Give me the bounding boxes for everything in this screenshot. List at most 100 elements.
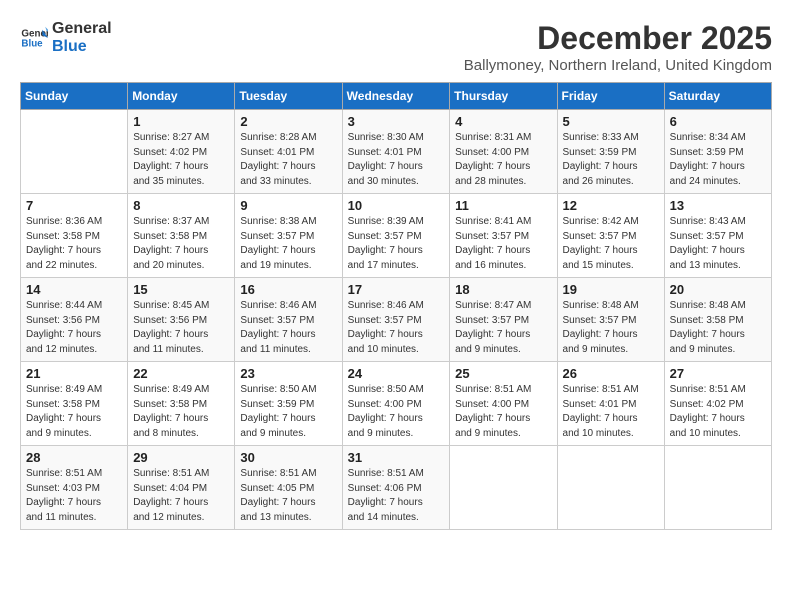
calendar-cell: 14Sunrise: 8:44 AMSunset: 3:56 PMDayligh…: [21, 278, 128, 362]
day-info: Sunrise: 8:27 AMSunset: 4:02 PMDaylight:…: [133, 131, 229, 189]
day-number: 6: [670, 114, 766, 129]
day-info: Sunrise: 8:51 AMSunset: 4:05 PMDaylight:…: [240, 467, 336, 525]
day-number: 30: [240, 450, 336, 465]
day-info: Sunrise: 8:51 AMSunset: 4:00 PMDaylight:…: [455, 383, 551, 441]
day-info: Sunrise: 8:43 AMSunset: 3:57 PMDaylight:…: [670, 215, 766, 273]
week-row-1: 1 Sunrise: 8:27 AMSunset: 4:02 PMDaylight…: [21, 110, 772, 194]
day-number: 29: [133, 450, 229, 465]
day-number: 24: [348, 366, 445, 381]
calendar-table: SundayMondayTuesdayWednesdayThursdayFrid…: [20, 82, 772, 530]
day-number: 3: [348, 114, 445, 129]
calendar-cell: 26 Sunrise: 8:51 AMSunset: 4:01 PMDayligh…: [557, 362, 664, 446]
day-number: 5: [563, 114, 659, 129]
week-row-5: 28 Sunrise: 8:51 AMSunset: 4:03 PMDayligh…: [21, 446, 772, 530]
day-number: 9: [240, 198, 336, 213]
day-info: Sunrise: 8:45 AMSunset: 3:56 PMDaylight:…: [133, 299, 229, 357]
logo: General Blue General Blue: [20, 20, 112, 55]
day-info: Sunrise: 8:51 AMSunset: 4:04 PMDaylight:…: [133, 467, 229, 525]
day-number: 10: [348, 198, 445, 213]
calendar-cell: [664, 446, 771, 530]
calendar-cell: 10 Sunrise: 8:39 AMSunset: 3:57 PMDayligh…: [342, 194, 450, 278]
calendar-cell: 22 Sunrise: 8:49 AMSunset: 3:58 PMDayligh…: [128, 362, 235, 446]
day-info: Sunrise: 8:38 AMSunset: 3:57 PMDaylight:…: [240, 215, 336, 273]
calendar-cell: 1 Sunrise: 8:27 AMSunset: 4:02 PMDaylight…: [128, 110, 235, 194]
calendar-cell: 23 Sunrise: 8:50 AMSunset: 3:59 PMDayligh…: [235, 362, 342, 446]
day-info: Sunrise: 8:50 AMSunset: 3:59 PMDaylight:…: [240, 383, 336, 441]
day-number: 26: [563, 366, 659, 381]
day-number: 18: [455, 282, 551, 297]
day-number: 28: [26, 450, 122, 465]
calendar-cell: 2 Sunrise: 8:28 AMSunset: 4:01 PMDaylight…: [235, 110, 342, 194]
day-info: Sunrise: 8:34 AMSunset: 3:59 PMDaylight:…: [670, 131, 766, 189]
page-header: General Blue General Blue December 2025 …: [20, 20, 772, 74]
day-number: 20: [670, 282, 766, 297]
logo-blue: Blue: [52, 38, 112, 56]
day-info: Sunrise: 8:51 AMSunset: 4:01 PMDaylight:…: [563, 383, 659, 441]
header-thursday: Thursday: [450, 83, 557, 110]
calendar-cell: 7Sunrise: 8:36 AMSunset: 3:58 PMDaylight…: [21, 194, 128, 278]
day-number: 2: [240, 114, 336, 129]
calendar-cell: 30 Sunrise: 8:51 AMSunset: 4:05 PMDayligh…: [235, 446, 342, 530]
svg-text:Blue: Blue: [21, 38, 43, 49]
calendar-cell: 13 Sunrise: 8:43 AMSunset: 3:57 PMDayligh…: [664, 194, 771, 278]
day-info: Sunrise: 8:46 AMSunset: 3:57 PMDaylight:…: [240, 299, 336, 357]
header-wednesday: Wednesday: [342, 83, 450, 110]
week-row-2: 7Sunrise: 8:36 AMSunset: 3:58 PMDaylight…: [21, 194, 772, 278]
day-info: Sunrise: 8:46 AMSunset: 3:57 PMDaylight:…: [348, 299, 445, 357]
header-sunday: Sunday: [21, 83, 128, 110]
calendar-cell: 15 Sunrise: 8:45 AMSunset: 3:56 PMDayligh…: [128, 278, 235, 362]
calendar-cell: 21 Sunrise: 8:49 AMSunset: 3:58 PMDayligh…: [21, 362, 128, 446]
calendar-cell: 3 Sunrise: 8:30 AMSunset: 4:01 PMDaylight…: [342, 110, 450, 194]
day-info: Sunrise: 8:49 AMSunset: 3:58 PMDaylight:…: [26, 383, 122, 441]
day-number: 27: [670, 366, 766, 381]
day-number: 1: [133, 114, 229, 129]
calendar-cell: 24 Sunrise: 8:50 AMSunset: 4:00 PMDayligh…: [342, 362, 450, 446]
day-info: Sunrise: 8:39 AMSunset: 3:57 PMDaylight:…: [348, 215, 445, 273]
header-row: SundayMondayTuesdayWednesdayThursdayFrid…: [21, 83, 772, 110]
day-number: 14: [26, 282, 122, 297]
calendar-cell: 29 Sunrise: 8:51 AMSunset: 4:04 PMDayligh…: [128, 446, 235, 530]
calendar-cell: 31 Sunrise: 8:51 AMSunset: 4:06 PMDayligh…: [342, 446, 450, 530]
calendar-cell: [557, 446, 664, 530]
week-row-4: 21 Sunrise: 8:49 AMSunset: 3:58 PMDayligh…: [21, 362, 772, 446]
day-number: 31: [348, 450, 445, 465]
week-row-3: 14Sunrise: 8:44 AMSunset: 3:56 PMDayligh…: [21, 278, 772, 362]
header-monday: Monday: [128, 83, 235, 110]
day-number: 25: [455, 366, 551, 381]
day-info: Sunrise: 8:51 AMSunset: 4:03 PMDaylight:…: [26, 467, 122, 525]
day-number: 7: [26, 198, 122, 213]
calendar-cell: [21, 110, 128, 194]
day-info: Sunrise: 8:51 AMSunset: 4:06 PMDaylight:…: [348, 467, 445, 525]
day-info: Sunrise: 8:50 AMSunset: 4:00 PMDaylight:…: [348, 383, 445, 441]
location-subtitle: Ballymoney, Northern Ireland, United Kin…: [464, 57, 772, 74]
day-info: Sunrise: 8:31 AMSunset: 4:00 PMDaylight:…: [455, 131, 551, 189]
day-info: Sunrise: 8:51 AMSunset: 4:02 PMDaylight:…: [670, 383, 766, 441]
calendar-cell: 28 Sunrise: 8:51 AMSunset: 4:03 PMDayligh…: [21, 446, 128, 530]
day-info: Sunrise: 8:28 AMSunset: 4:01 PMDaylight:…: [240, 131, 336, 189]
header-tuesday: Tuesday: [235, 83, 342, 110]
day-number: 21: [26, 366, 122, 381]
calendar-cell: 18 Sunrise: 8:47 AMSunset: 3:57 PMDayligh…: [450, 278, 557, 362]
calendar-cell: [450, 446, 557, 530]
day-number: 19: [563, 282, 659, 297]
day-number: 22: [133, 366, 229, 381]
day-info: Sunrise: 8:41 AMSunset: 3:57 PMDaylight:…: [455, 215, 551, 273]
calendar-cell: 27 Sunrise: 8:51 AMSunset: 4:02 PMDayligh…: [664, 362, 771, 446]
day-info: Sunrise: 8:48 AMSunset: 3:58 PMDaylight:…: [670, 299, 766, 357]
day-info: Sunrise: 8:30 AMSunset: 4:01 PMDaylight:…: [348, 131, 445, 189]
calendar-cell: 5Sunrise: 8:33 AMSunset: 3:59 PMDaylight…: [557, 110, 664, 194]
calendar-cell: 4 Sunrise: 8:31 AMSunset: 4:00 PMDaylight…: [450, 110, 557, 194]
day-number: 23: [240, 366, 336, 381]
day-number: 15: [133, 282, 229, 297]
day-info: Sunrise: 8:48 AMSunset: 3:57 PMDaylight:…: [563, 299, 659, 357]
day-info: Sunrise: 8:47 AMSunset: 3:57 PMDaylight:…: [455, 299, 551, 357]
calendar-cell: 12Sunrise: 8:42 AMSunset: 3:57 PMDayligh…: [557, 194, 664, 278]
calendar-cell: 25 Sunrise: 8:51 AMSunset: 4:00 PMDayligh…: [450, 362, 557, 446]
day-info: Sunrise: 8:42 AMSunset: 3:57 PMDaylight:…: [563, 215, 659, 273]
day-number: 13: [670, 198, 766, 213]
day-number: 4: [455, 114, 551, 129]
calendar-cell: 9 Sunrise: 8:38 AMSunset: 3:57 PMDaylight…: [235, 194, 342, 278]
day-number: 8: [133, 198, 229, 213]
day-info: Sunrise: 8:49 AMSunset: 3:58 PMDaylight:…: [133, 383, 229, 441]
calendar-cell: 19 Sunrise: 8:48 AMSunset: 3:57 PMDayligh…: [557, 278, 664, 362]
